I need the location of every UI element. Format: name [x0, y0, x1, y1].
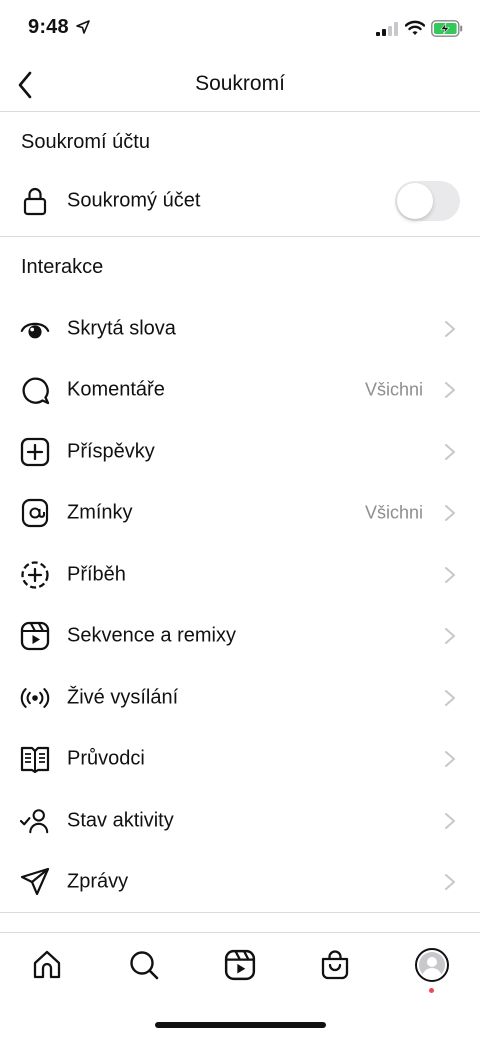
chevron-right-icon	[445, 566, 455, 583]
tab-home[interactable]	[27, 945, 67, 985]
paper-plane-icon	[20, 867, 50, 897]
chevron-right-icon	[445, 812, 455, 829]
chevron-right-icon	[445, 627, 455, 644]
menu-row-label: Stav aktivity	[67, 809, 174, 831]
wifi-icon	[405, 20, 425, 35]
list-end-divider	[0, 912, 480, 913]
chevron-right-icon	[445, 750, 455, 767]
chevron-right-icon	[445, 443, 455, 460]
chevron-right-icon	[445, 873, 455, 890]
menu-row-posts[interactable]: Příspěvky	[0, 421, 480, 482]
menu-row-live[interactable]: Živé vysílání	[0, 667, 480, 728]
tab-profile[interactable]	[412, 945, 452, 985]
page-title: Soukromí	[195, 72, 285, 95]
tab-search[interactable]	[124, 945, 164, 985]
private-account-row: Soukromý účet	[0, 170, 480, 231]
menu-row-guides[interactable]: Průvodci	[0, 728, 480, 789]
section-title-interactions: Interakce	[21, 256, 104, 278]
home-icon	[33, 950, 61, 979]
location-arrow-icon	[76, 20, 90, 34]
notification-dot	[429, 988, 434, 993]
profile-avatar	[415, 948, 449, 982]
menu-row-comments[interactable]: Komentáře Všichni	[0, 359, 480, 420]
menu-row-label: Skrytá slova	[67, 317, 176, 339]
toggle-knob	[397, 182, 433, 219]
menu-row-label: Zprávy	[67, 870, 129, 892]
menu-row-label: Zmínky	[67, 501, 133, 523]
tab-reels[interactable]	[220, 945, 260, 985]
shop-icon	[321, 950, 349, 980]
menu-row-activity-status[interactable]: Stav aktivity	[0, 790, 480, 851]
status-time: 9:48	[28, 16, 69, 38]
menu-row-label: Příspěvky	[67, 440, 155, 462]
tab-shop[interactable]	[315, 945, 355, 985]
search-icon	[130, 951, 159, 980]
battery-charging-icon	[431, 20, 463, 37]
menu-row-mentions[interactable]: Zmínky Všichni	[0, 482, 480, 543]
reels-icon	[20, 621, 50, 651]
activity-status-icon	[20, 806, 50, 836]
guide-icon	[20, 744, 50, 774]
menu-row-value: Všichni	[364, 379, 423, 399]
at-sign-icon	[20, 498, 50, 528]
menu-row-messages[interactable]: Zprávy	[0, 851, 480, 912]
status-bar: 9:48	[0, 0, 480, 58]
story-add-icon	[20, 560, 50, 590]
reels-icon	[224, 949, 256, 981]
chevron-right-icon	[445, 320, 455, 337]
menu-row-hidden-words[interactable]: Skrytá slova	[0, 298, 480, 359]
live-broadcast-icon	[20, 683, 50, 713]
menu-row-story[interactable]: Příběh	[0, 544, 480, 605]
menu-row-label: Příběh	[67, 563, 126, 585]
menu-row-label: Sekvence a remixy	[67, 624, 236, 646]
section-divider	[0, 236, 480, 237]
private-account-toggle[interactable]	[395, 180, 460, 221]
menu-row-reels-remixes[interactable]: Sekvence a remixy	[0, 605, 480, 666]
chevron-right-icon	[445, 689, 455, 706]
chevron-right-icon	[445, 504, 455, 521]
private-account-label: Soukromý účet	[67, 189, 201, 211]
post-add-icon	[20, 437, 50, 467]
nav-header: Soukromí	[0, 58, 480, 112]
home-indicator	[155, 1022, 326, 1028]
chevron-right-icon	[445, 381, 455, 398]
menu-row-label: Průvodci	[67, 747, 145, 769]
lock-icon	[20, 186, 50, 216]
signal-icon	[376, 22, 398, 36]
menu-row-label: Živé vysílání	[67, 686, 179, 708]
eye-icon	[20, 314, 50, 344]
menu-row-value: Všichni	[364, 502, 423, 522]
section-title-account-privacy: Soukromí účtu	[21, 131, 150, 153]
comment-icon	[20, 375, 50, 405]
menu-row-label: Komentáře	[67, 378, 165, 400]
